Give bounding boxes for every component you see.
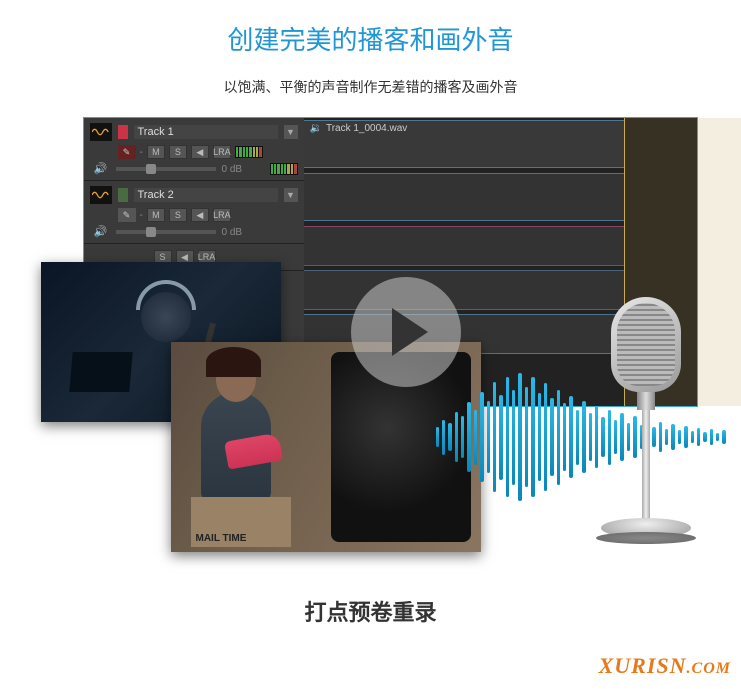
speaker-icon[interactable]: ◀ [191, 208, 209, 222]
volume-slider[interactable] [116, 230, 216, 234]
track-color-chip[interactable] [118, 188, 128, 202]
solo-button[interactable]: S [169, 145, 187, 159]
track-name[interactable]: Track 2 [134, 188, 278, 202]
audio-clip[interactable]: 🔉 Track 1_0004.wav [304, 120, 624, 168]
pencil-icon[interactable]: ✎ [118, 145, 136, 159]
clip-name: Track 1_0004.wav [326, 123, 407, 134]
solo-button[interactable]: S [169, 208, 187, 222]
track-name[interactable]: Track 1 [134, 125, 278, 139]
pencil-icon[interactable]: ✎ [118, 208, 136, 222]
audio-clip[interactable] [304, 173, 624, 221]
volume-slider[interactable] [116, 167, 216, 171]
page-heading: 创建完美的播客和画外音 [0, 20, 741, 57]
audio-clip[interactable] [304, 270, 624, 310]
microphone-graphic [591, 297, 701, 567]
db-value: 0 dB [222, 227, 243, 238]
track-color-chip[interactable] [118, 125, 128, 139]
watermark: XURISN.COM [599, 653, 731, 679]
level-meter [270, 163, 298, 175]
chevron-down-icon[interactable]: ▼ [284, 125, 298, 139]
speaker-icon: 🔉 [310, 123, 322, 134]
chevron-down-icon[interactable]: ▼ [284, 188, 298, 202]
track-1[interactable]: Track 1 ▼ ✎ - M S ◀ LRA 🔊 0 dB [84, 118, 304, 181]
waveform-icon [90, 186, 112, 204]
secondary-heading: 打点预卷重录 [0, 595, 741, 627]
waveform-icon [90, 123, 112, 141]
track-2[interactable]: Track 2 ▼ ✎ - M S ◀ LRA 🔊 0 dB [84, 181, 304, 244]
dash: - [140, 147, 143, 158]
mute-button[interactable]: M [147, 208, 165, 222]
page-subheading: 以饱满、平衡的声音制作无差错的播客及画外音 [0, 77, 741, 97]
volume-icon[interactable]: 🔊 [94, 225, 110, 239]
dash: - [140, 210, 143, 221]
box-label: MAIL TIME [196, 534, 247, 544]
hero-canvas: Track 1 ▼ ✎ - M S ◀ LRA 🔊 0 dB [41, 117, 701, 577]
volume-icon[interactable]: 🔊 [94, 162, 110, 176]
level-meter [235, 146, 263, 158]
headphones-graphic [136, 280, 196, 310]
lra-button[interactable]: LRA [213, 208, 231, 222]
speaker-icon[interactable]: ◀ [191, 145, 209, 159]
mute-button[interactable]: M [147, 145, 165, 159]
lra-button[interactable]: LRA [213, 145, 231, 159]
watermark-main: XURISN [599, 653, 687, 678]
db-value: 0 dB [222, 164, 243, 175]
audio-clip[interactable] [304, 226, 624, 266]
